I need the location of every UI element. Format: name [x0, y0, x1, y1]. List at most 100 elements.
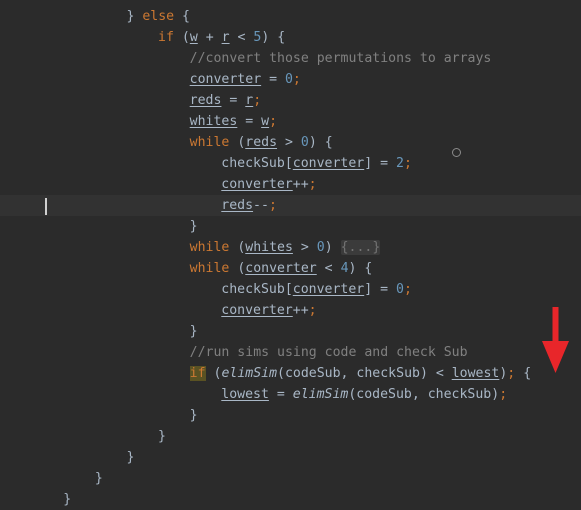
code-token-fold[interactable]: {...} — [340, 240, 381, 255]
code-token-number: 0 — [284, 72, 293, 87]
code-line[interactable]: //convert those permutations to arrays — [0, 48, 581, 69]
code-token-param: w — [261, 114, 270, 129]
code-line[interactable]: converter++; — [0, 300, 581, 321]
code-lines-container[interactable]: } else {if (w + r < 5) {//convert those … — [0, 6, 581, 510]
code-token-comment: //convert those permutations to arrays — [189, 51, 492, 66]
code-token-keyword: while — [189, 261, 230, 276]
code-line[interactable]: lowest = elimSim(codeSub, checkSub); — [0, 384, 581, 405]
code-line-content: checkSub[converter] = 2; — [0, 156, 412, 171]
code-line[interactable]: while (whites > 0) {...} — [0, 237, 581, 258]
code-line-content: converter++; — [0, 303, 317, 318]
code-token-punct: < — [229, 30, 254, 45]
code-token-number: 4 — [340, 261, 349, 276]
code-line-content: whites = w; — [0, 114, 277, 129]
code-token-default: checkSub — [221, 282, 285, 297]
code-line[interactable]: while (converter < 4) { — [0, 258, 581, 279]
code-line[interactable]: whites = w; — [0, 111, 581, 132]
code-token-brace: } — [158, 429, 166, 444]
code-line[interactable]: reds = r; — [0, 90, 581, 111]
code-token-brace: } — [189, 408, 198, 423]
code-token-punct: [ — [284, 156, 293, 171]
code-line-content: //convert those permutations to arrays — [0, 51, 492, 66]
code-token-punct: ) — [324, 240, 341, 255]
code-editor[interactable]: } else {if (w + r < 5) {//convert those … — [0, 0, 581, 507]
code-token-semi: ; — [308, 303, 317, 318]
code-line-content: while (converter < 4) { — [0, 261, 373, 276]
code-line-content: while (whites > 0) {...} — [0, 240, 381, 255]
code-line[interactable]: if (elimSim(codeSub, checkSub) < lowest)… — [0, 363, 581, 384]
code-token-keyword: if — [158, 30, 174, 45]
code-token-punct: ( — [229, 240, 246, 255]
code-line-content: lowest = elimSim(codeSub, checkSub); — [0, 387, 507, 402]
code-line[interactable]: } — [0, 447, 581, 468]
code-token-default: checkSub — [221, 156, 285, 171]
code-token-field: converter — [245, 261, 317, 276]
code-token-field: reds — [221, 198, 254, 213]
code-token-brace: } — [126, 450, 135, 465]
code-token-semi: ; — [499, 387, 508, 402]
code-line-content: //run sims using code and check Sub — [0, 345, 468, 360]
code-token-param: w — [189, 30, 198, 45]
code-line-content: while (reds > 0) { — [0, 135, 333, 150]
code-token-punct: [ — [284, 282, 293, 297]
code-line[interactable]: converter++; — [0, 174, 581, 195]
code-token-punct: > — [292, 240, 317, 255]
code-token-punct: = — [268, 387, 293, 402]
code-line-content: } — [0, 450, 134, 465]
text-caret — [45, 198, 47, 215]
code-token-keyword: while — [189, 240, 230, 255]
code-token-punct: (codeSub, checkSub) — [348, 387, 500, 402]
code-line-content: reds = r; — [0, 93, 262, 108]
code-line-content: } — [0, 429, 166, 444]
code-line[interactable]: if (w + r < 5) { — [0, 27, 581, 48]
code-token-punct: ++ — [292, 177, 309, 192]
code-line[interactable]: } else { — [0, 6, 581, 27]
code-token-punct: ( — [205, 366, 222, 381]
code-line[interactable]: checkSub[converter] = 2; — [0, 153, 581, 174]
circle-marker-icon — [452, 148, 461, 157]
code-line[interactable]: } — [0, 321, 581, 342]
code-line-content: converter++; — [0, 177, 317, 192]
code-token-field: converter — [221, 303, 293, 318]
code-line[interactable]: } — [0, 468, 581, 489]
code-token-semi: ; — [292, 72, 301, 87]
code-token-semi: ; — [268, 198, 277, 213]
code-token-semi: ; — [308, 177, 317, 192]
code-token-punct: ] = — [364, 282, 396, 297]
code-line[interactable]: } — [0, 405, 581, 426]
code-token-field: whites — [189, 114, 238, 129]
code-token-number: 0 — [396, 282, 404, 297]
code-token-punct: ) { — [261, 30, 286, 45]
code-line[interactable]: while (reds > 0) { — [0, 132, 581, 153]
code-line[interactable]: checkSub[converter] = 0; — [0, 279, 581, 300]
code-line[interactable]: reds--; — [0, 195, 581, 216]
code-line-content: reds--; — [0, 198, 277, 213]
code-token-field: converter — [292, 156, 365, 171]
code-token-method: elimSim — [221, 366, 278, 381]
code-token-punct: < — [316, 261, 341, 276]
code-token-punct: -- — [253, 198, 269, 213]
code-token-brace: } — [189, 324, 198, 339]
code-line-content: } — [0, 408, 198, 423]
code-line[interactable]: } — [0, 216, 581, 237]
code-token-punct: = — [221, 93, 246, 108]
code-token-brace: { — [174, 9, 190, 24]
code-token-semi: ; — [403, 282, 412, 297]
code-token-number: 0 — [300, 135, 309, 150]
code-token-punct: > — [277, 135, 301, 150]
code-line[interactable]: converter = 0; — [0, 69, 581, 90]
code-token-punct: ( — [229, 261, 246, 276]
code-token-brace: } — [189, 219, 198, 234]
code-token-punct: { — [515, 366, 532, 381]
code-token-punct: ++ — [292, 303, 309, 318]
code-token-semi: ; — [403, 156, 412, 171]
code-token-punct: ( — [229, 135, 246, 150]
code-line[interactable]: } — [0, 426, 581, 447]
code-token-field: converter — [189, 72, 262, 87]
code-token-brace: } — [94, 471, 103, 486]
code-line[interactable]: //run sims using code and check Sub — [0, 342, 581, 363]
code-line-content: } — [0, 471, 103, 486]
code-token-field: converter — [292, 282, 365, 297]
code-token-semi: ; — [253, 93, 262, 108]
code-token-keyword: else — [142, 9, 175, 24]
